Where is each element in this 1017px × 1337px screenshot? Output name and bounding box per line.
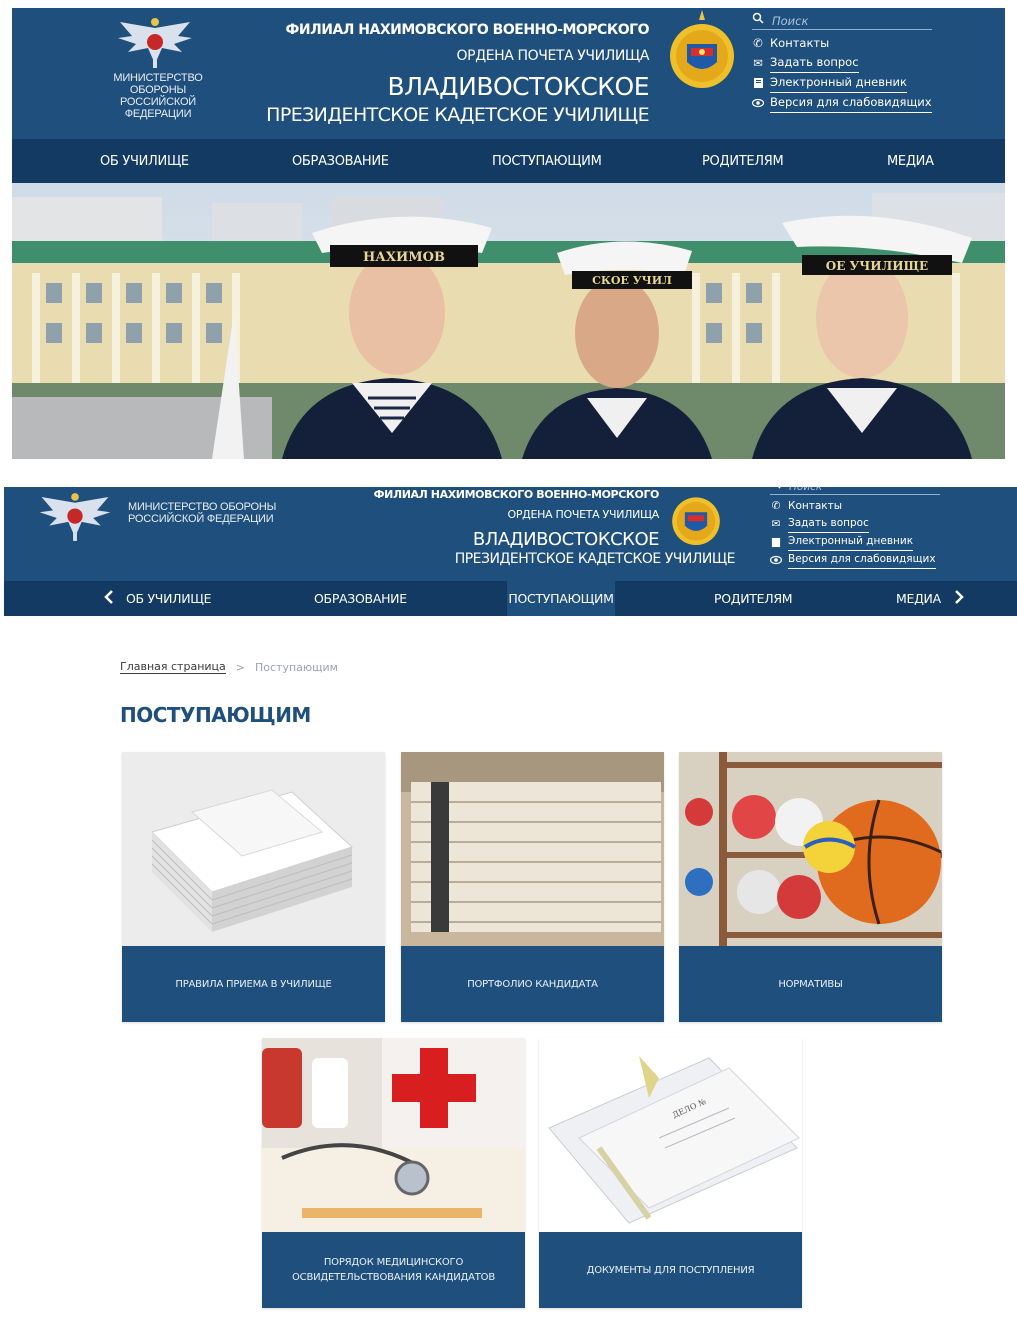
phone-icon: ✆ [753, 36, 763, 50]
header-title-line1: ФИЛИАЛ НАХИМОВСКОГО ВОЕННО-МОРСКОГО [285, 22, 650, 38]
breadcrumb: Главная страница > Поступающим [120, 660, 338, 674]
search-box[interactable] [752, 12, 932, 30]
card-label: ПОРТФОЛИО КАНДИДАТА [467, 978, 598, 990]
phone-icon: ✆ [771, 500, 781, 512]
nav-item-about[interactable]: ОБ УЧИЛИЩЕ [100, 154, 189, 169]
site-header-main: МИНИСТЕРСТВО ОБОРОНЫ РОССИЙСКОЙ ФЕДЕРАЦИ… [12, 8, 1005, 139]
mail-icon: ✉ [771, 517, 781, 530]
ask-question-link[interactable]: ✉ Задать вопрос [752, 53, 932, 73]
e-diary-link[interactable]: Электронный дневник [770, 533, 940, 551]
diary-icon [752, 77, 764, 89]
eagle-emblem-icon [32, 489, 118, 547]
hero-banner: НАХИМОВ СКОЕ УЧИЛ ОЕ УЧИЛИЩЕ [12, 183, 1005, 459]
card-standards[interactable]: НОРМАТИВЫ [679, 752, 942, 1022]
card-image-folder: ДЕЛО № [539, 1038, 802, 1232]
card-admission-rules[interactable]: ПРАВИЛА ПРИЕМА В УЧИЛИЩЕ [122, 752, 385, 1022]
header-title-line2: ОРДЕНА ПОЧЕТА УЧИЛИЩА [507, 508, 659, 521]
nav-item-education[interactable]: ОБРАЗОВАНИЕ [292, 154, 389, 169]
header-title-line3: ВЛАДИВОСТОКСКОЕ [387, 72, 650, 101]
accessibility-link[interactable]: Версия для слабовидящих [770, 551, 940, 569]
card-image-papers [122, 752, 385, 946]
eagle-emblem-icon [110, 14, 200, 74]
page-title: ПОСТУПАЮЩИМ [120, 703, 311, 727]
ministry-name: МИНИСТЕРСТВО ОБОРОНЫ РОССИЙСКОЙ ФЕДЕРАЦИ… [128, 501, 277, 525]
ministry-name: МИНИСТЕРСТВО ОБОРОНЫ РОССИЙСКОЙ ФЕДЕРАЦИ… [113, 72, 203, 120]
nav-next-button[interactable] [954, 590, 964, 609]
contacts-link[interactable]: ✆ Контакты [770, 498, 940, 515]
ask-question-link[interactable]: ✉ Задать вопрос [770, 515, 940, 533]
card-label: ПОРЯДОК МЕДИЦИНСКОГО ОСВИДЕТЕЛЬСТВОВАНИЯ… [291, 1257, 496, 1283]
main-nav-compact: ОБ УЧИЛИЩЕ ОБРАЗОВАНИЕ ПОСТУПАЮЩИМ РОДИТ… [4, 581, 1017, 616]
header-title-line3: ВЛАДИВОСТОКСКОЕ [472, 529, 660, 550]
eye-icon [770, 554, 782, 566]
nav-item-about[interactable]: ОБ УЧИЛИЩЕ [126, 591, 212, 606]
cap-ribbon-text: НАХИМОВ [363, 250, 445, 265]
nav-item-parents[interactable]: РОДИТЕЛЯМ [702, 154, 784, 169]
nav-item-education[interactable]: ОБРАЗОВАНИЕ [314, 591, 407, 606]
e-diary-link[interactable]: Электронный дневник [752, 73, 932, 93]
school-badge-icon [667, 10, 737, 96]
card-candidate-portfolio[interactable]: ПОРТФОЛИО КАНДИДАТА [401, 752, 664, 1022]
hero-photo: НАХИМОВ СКОЕ УЧИЛ ОЕ УЧИЛИЩЕ [12, 183, 1005, 459]
card-medical-examination[interactable]: ПОРЯДОК МЕДИЦИНСКОГО ОСВИДЕТЕЛЬСТВОВАНИЯ… [262, 1038, 525, 1308]
nav-item-media[interactable]: МЕДИА [887, 154, 934, 169]
site-header-compact: МИНИСТЕРСТВО ОБОРОНЫ РОССИЙСКОЙ ФЕДЕРАЦИ… [4, 487, 1017, 581]
cap-ribbon-text: ОЕ УЧИЛИЩЕ [826, 259, 928, 273]
card-label: ПРАВИЛА ПРИЕМА В УЧИЛИЩЕ [175, 978, 332, 990]
nav-prev-button[interactable] [104, 590, 114, 609]
search-input[interactable] [772, 13, 922, 28]
header-links: ✆ Контакты ✉ Задать вопрос Электронный д… [752, 12, 932, 113]
card-image-medical [262, 1038, 525, 1232]
contacts-link[interactable]: ✆ Контакты [752, 34, 932, 53]
header-links: ✆ Контакты ✉ Задать вопрос Электронный д… [770, 487, 940, 569]
nav-item-media[interactable]: МЕДИА [896, 591, 941, 606]
nav-item-parents[interactable]: РОДИТЕЛЯМ [714, 591, 793, 606]
main-nav: ОБ УЧИЛИЩЕ ОБРАЗОВАНИЕ ПОСТУПАЮЩИМ РОДИТ… [12, 139, 1005, 183]
header-title-line1: ФИЛИАЛ НАХИМОВСКОГО ВОЕННО-МОРСКОГО [373, 488, 660, 501]
eye-icon [752, 97, 764, 109]
nav-item-applicants-active[interactable]: ПОСТУПАЮЩИМ [507, 581, 615, 616]
nav-item-applicants[interactable]: ПОСТУПАЮЩИМ [492, 154, 602, 169]
accessibility-link[interactable]: Версия для слабовидящих [752, 93, 932, 113]
search-icon [752, 11, 764, 30]
chevron-right-icon [954, 590, 964, 608]
breadcrumb-current: Поступающим [254, 660, 338, 674]
card-image-paper-stack [401, 752, 664, 946]
header-title-line2: ОРДЕНА ПОЧЕТА УЧИЛИЩА [456, 48, 650, 64]
breadcrumb-home-link[interactable]: Главная страница [120, 660, 226, 674]
search-box[interactable] [770, 487, 940, 495]
card-admission-documents[interactable]: ДЕЛО № ДОКУМЕНТЫ ДЛЯ ПОСТУПЛЕНИЯ [539, 1038, 802, 1308]
header-title-line4: ПРЕЗИДЕНТСКОЕ КАДЕТСКОЕ УЧИЛИЩЕ [266, 104, 649, 126]
search-input[interactable] [789, 487, 939, 493]
mail-icon: ✉ [753, 55, 763, 70]
breadcrumb-separator: > [235, 660, 245, 674]
nav-item-applicants: ПОСТУПАЮЩИМ [508, 591, 614, 606]
school-badge-icon [668, 487, 724, 551]
cap-ribbon-text: СКОЕ УЧИЛ [592, 274, 672, 287]
card-label: ДОКУМЕНТЫ ДЛЯ ПОСТУПЛЕНИЯ [586, 1264, 755, 1276]
search-icon [770, 487, 781, 495]
card-image-balls [679, 752, 942, 946]
diary-icon [770, 536, 782, 548]
card-label: НОРМАТИВЫ [778, 978, 843, 990]
header-title-line4: ПРЕЗИДЕНТСКОЕ КАДЕТСКОЕ УЧИЛИЩЕ [454, 551, 736, 567]
chevron-left-icon [104, 590, 114, 608]
